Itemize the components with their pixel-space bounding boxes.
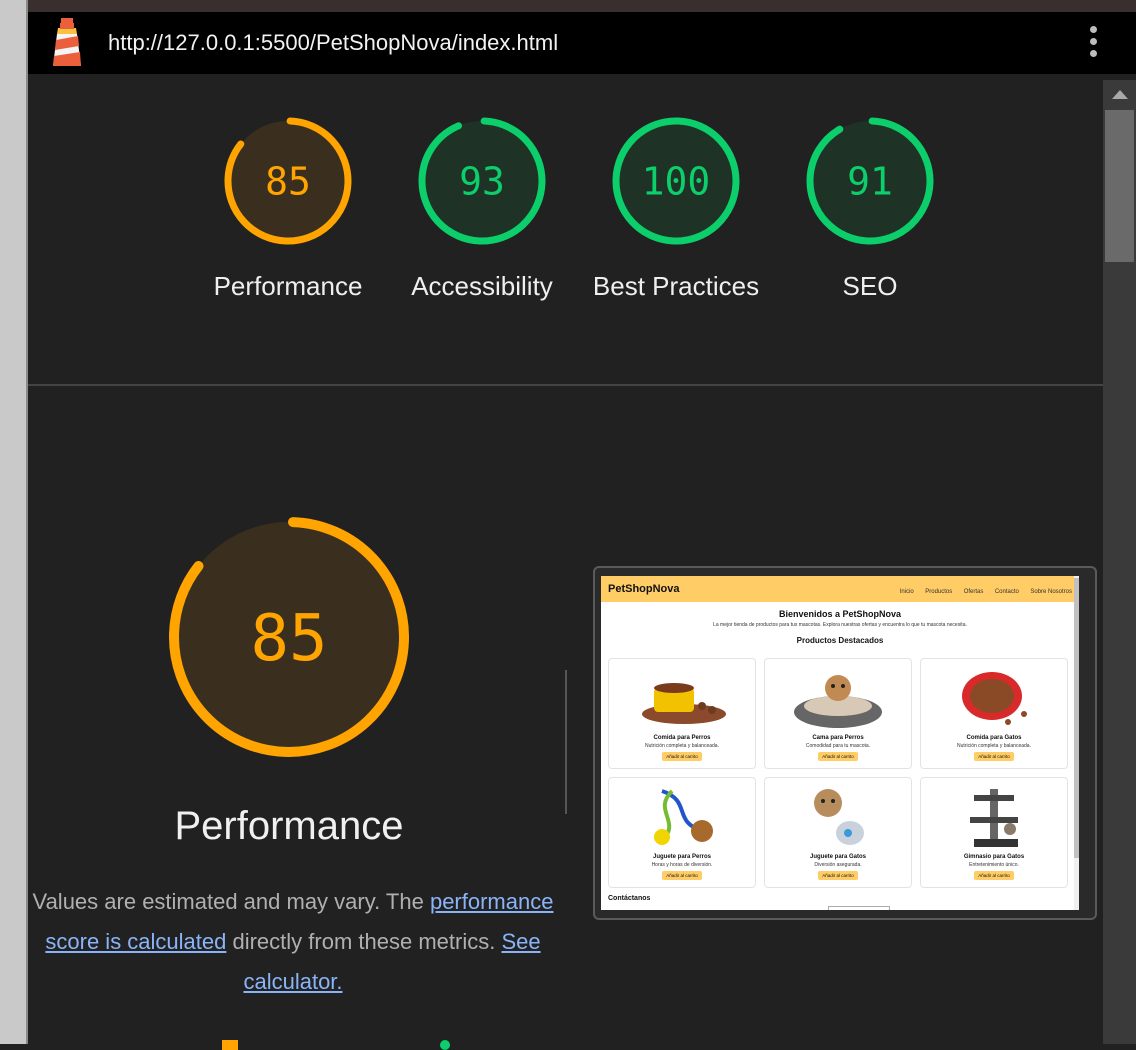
performance-title: Performance	[174, 804, 404, 848]
score-ring: 91	[806, 117, 934, 245]
report-content: 85 Performance 93 Accessibility 100 Best Prac…	[28, 74, 1103, 1050]
site-nav-link: Inicio	[899, 589, 914, 595]
product-title: Cama para Perros	[812, 735, 864, 741]
score-gauges: 85 Performance 93 Accessibility 100 Best Prac…	[191, 116, 967, 306]
metric-pass-icon	[440, 1040, 450, 1050]
add-to-cart-button: Añadir al carrito	[818, 752, 858, 761]
product-image	[970, 789, 1018, 847]
report-url-bar: http://127.0.0.1:5500/PetShopNova/index.…	[28, 12, 1136, 74]
metric-average-icon	[222, 1040, 238, 1050]
gauge-score: 93	[459, 160, 505, 204]
site-contact-box	[828, 906, 890, 910]
product-title: Comida para Perros	[653, 735, 711, 741]
gauge-score: 85	[265, 160, 311, 204]
site-subtitle: La mejor tienda de productos para tus ma…	[713, 622, 967, 628]
gauge-score: 85	[250, 602, 327, 676]
site-nav: PetShopNova Inicio Productos Ofertas Con…	[601, 576, 1079, 602]
score-ring: 85	[224, 117, 352, 245]
product-card: Juguete para Perros Horas y horas de dive…	[608, 777, 756, 888]
scrollbar-thumb[interactable]	[1105, 110, 1134, 262]
product-card: Gimnasio para Gatos Entretenimiento único…	[920, 777, 1068, 888]
product-image	[814, 789, 864, 845]
product-description: Nutrición completa y balanceada.	[957, 743, 1031, 749]
product-title: Gimnasio para Gatos	[963, 854, 1025, 860]
product-image	[962, 672, 1027, 725]
product-description: Comodidad para tu mascota.	[805, 743, 871, 749]
add-to-cart-button: Añadir al carrito	[662, 871, 702, 880]
site-contact-heading: Contáctanos	[608, 895, 651, 902]
score-label: Accessibility	[411, 271, 553, 301]
product-card: Juguete para Gatos Diversión asegurada. Añ…	[764, 777, 912, 888]
performance-big-gauge: 85	[168, 517, 409, 757]
score-label: SEO	[842, 271, 898, 301]
add-to-cart-button: Añadir al carrito	[974, 752, 1014, 761]
desc-text-2: directly from these metrics.	[226, 929, 502, 954]
desc-text-1: Values are estimated and may vary. The	[32, 889, 430, 914]
score-gauge-seo[interactable]: 91 SEO	[773, 116, 967, 306]
add-to-cart-button: Añadir al carrito	[662, 752, 702, 761]
product-title: Juguete para Gatos	[809, 854, 866, 860]
final-screenshot[interactable]: PetShopNova Inicio Productos Ofertas Con…	[593, 566, 1097, 920]
site-nav-link: Productos	[925, 589, 953, 595]
gauge-score: 91	[847, 160, 893, 204]
score-label: Best Practices	[592, 271, 760, 301]
site-nav-link: Sobre Nosotros	[1030, 589, 1072, 595]
site-welcome: Bienvenidos a PetShopNova	[778, 609, 902, 619]
scroll-up-icon[interactable]	[1112, 90, 1128, 99]
site-brand: PetShopNova	[608, 583, 680, 595]
kebab-menu-icon[interactable]	[1090, 26, 1098, 62]
report-scrollbar[interactable]	[1103, 80, 1136, 1044]
product-image	[794, 675, 882, 728]
score-gauge-performance[interactable]: 85 Performance	[191, 116, 385, 306]
product-description: Nutrición completa y balanceada.	[645, 743, 719, 749]
section-divider	[28, 384, 1103, 386]
product-grid: Comida para Perros Nutrición completa y b…	[608, 658, 1072, 888]
score-label: Performance	[213, 271, 363, 301]
site-nav-link: Contacto	[994, 589, 1019, 595]
product-title: Juguete para Perros	[652, 854, 712, 860]
lighthouse-icon	[53, 18, 81, 66]
product-card: Cama para Perros Comodidad para tu mascot…	[764, 658, 912, 769]
product-description: Diversión asegurada.	[814, 862, 862, 868]
product-image	[642, 683, 726, 724]
product-card: Comida para Gatos Nutrición completa y ba…	[920, 658, 1068, 769]
gauge-score: 100	[642, 160, 711, 204]
vertical-separator	[565, 670, 567, 814]
product-description: Entretenimiento único.	[969, 862, 1019, 868]
site-nav-link: Ofertas	[963, 589, 984, 595]
site-scrollbar	[1074, 576, 1079, 910]
product-image	[654, 789, 713, 845]
score-gauge-accessibility[interactable]: 93 Accessibility	[385, 116, 579, 306]
score-ring: 100	[612, 117, 740, 245]
score-ring: 93	[418, 117, 546, 245]
add-to-cart-button: Añadir al carrito	[974, 871, 1014, 880]
product-description: Horas y horas de diversión.	[651, 862, 713, 868]
product-card: Comida para Perros Nutrición completa y b…	[608, 658, 756, 769]
report-url[interactable]: http://127.0.0.1:5500/PetShopNova/index.…	[108, 30, 558, 56]
product-title: Comida para Gatos	[966, 735, 1022, 741]
add-to-cart-button: Añadir al carrito	[818, 871, 858, 880]
site-preview: PetShopNova Inicio Productos Ofertas Con…	[601, 576, 1079, 910]
site-featured-heading: Productos Destacados	[796, 636, 884, 645]
score-gauge-best-practices[interactable]: 100 Best Practices	[579, 116, 773, 306]
performance-description: Values are estimated and may vary. The p…	[18, 882, 568, 1002]
